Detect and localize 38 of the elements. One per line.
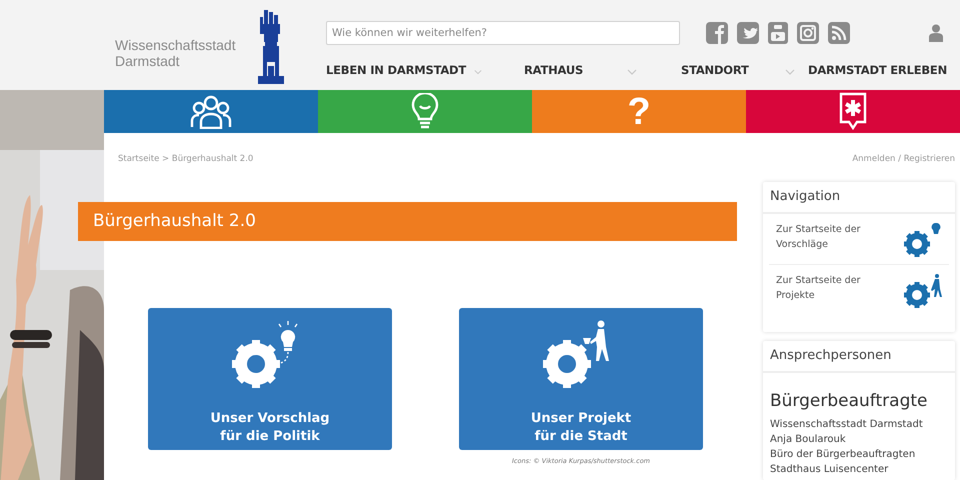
panel-title: Ansprechpersonen	[763, 341, 955, 373]
group-icon	[190, 94, 232, 128]
link-card[interactable]: Unser Vorschlag für die Politik	[148, 308, 392, 450]
tower-logo-icon[interactable]	[258, 10, 284, 84]
twitter-bird-icon[interactable]	[737, 22, 759, 44]
category-tile[interactable]	[318, 90, 532, 133]
user-icon[interactable]	[929, 24, 943, 42]
link-card[interactable]: Unser Projekt für die Stadt	[459, 308, 703, 450]
menu-item[interactable]: STANDORT	[681, 63, 749, 77]
contact-line: Anja Boularouk	[769, 433, 847, 447]
menu-item[interactable]: RATHAUS	[524, 63, 584, 77]
menu-item[interactable]: LEBEN IN DARMSTADT	[326, 63, 466, 77]
camera-icon[interactable]	[797, 22, 819, 44]
menu-item[interactable]: DARMSTADT ERLEBEN	[808, 63, 948, 77]
panel-title: Navigation	[763, 182, 955, 214]
search-field[interactable]: Wie können wir weiterhelfen?	[326, 21, 680, 45]
contact-line: Stadthaus Luisencenter	[769, 463, 890, 477]
rss-icon[interactable]	[828, 22, 850, 44]
contact-line: Wissenschaftsstadt Darmstadt	[769, 418, 924, 432]
category-tile[interactable]	[746, 90, 960, 133]
category-tile[interactable]	[104, 90, 318, 133]
gear-lightbulb-icon	[903, 222, 943, 258]
nav-link[interactable]: Zur Startseite der Vorschläge	[769, 214, 949, 265]
page-title-bar: Bürgerhaushalt 2.0	[78, 202, 737, 241]
chevron-down-icon	[627, 68, 638, 74]
contact-line: Büro der Bürgerbeauftragten	[769, 448, 916, 462]
card-title: Unser Vorschlag für die Politik	[210, 410, 330, 446]
asterisk-pin-icon	[838, 92, 868, 132]
facebook-icon[interactable]	[706, 22, 728, 44]
chevron-down-icon	[474, 68, 482, 74]
card-title: Unser Projekt für die Stadt	[530, 410, 632, 446]
question-mark: ?	[627, 92, 651, 132]
gear-person-icon	[903, 273, 943, 309]
chevron-down-icon	[784, 68, 795, 74]
contact-heading: Bürgerbeauftragte	[769, 390, 928, 413]
video-icon[interactable]	[768, 22, 788, 44]
nav-link[interactable]: Zur Startseite der Projekte	[769, 265, 949, 315]
lightbulb-icon	[411, 92, 439, 130]
